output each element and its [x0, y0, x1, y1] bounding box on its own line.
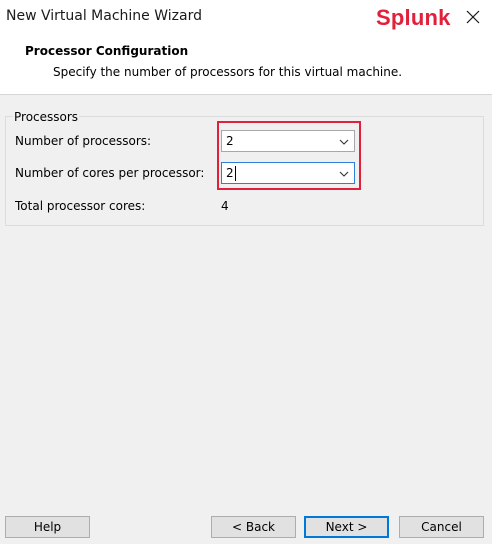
cancel-button[interactable]: Cancel [399, 516, 484, 538]
brand-logo: Splunk [376, 5, 451, 30]
header-divider [0, 94, 492, 95]
total-cores-label: Total processor cores: [15, 199, 146, 213]
cores-per-processor-label: Number of cores per processor: [15, 166, 205, 180]
window-title: New Virtual Machine Wizard [6, 8, 202, 24]
back-button[interactable]: < Back [211, 516, 296, 538]
highlight-annotation [217, 121, 361, 190]
page-title: Processor Configuration [25, 44, 189, 58]
help-button[interactable]: Help [5, 516, 90, 538]
processors-group-label: Processors [13, 110, 80, 124]
total-cores-value: 4 [221, 199, 229, 213]
page-subtitle: Specify the number of processors for thi… [53, 65, 403, 79]
close-icon [466, 10, 480, 24]
close-button[interactable] [462, 6, 484, 28]
num-processors-label: Number of processors: [15, 134, 152, 148]
wizard-header: Processor Configuration Specify the numb… [0, 36, 492, 94]
next-button[interactable]: Next > [304, 516, 389, 538]
title-bar: New Virtual Machine Wizard Splunk [0, 0, 492, 36]
